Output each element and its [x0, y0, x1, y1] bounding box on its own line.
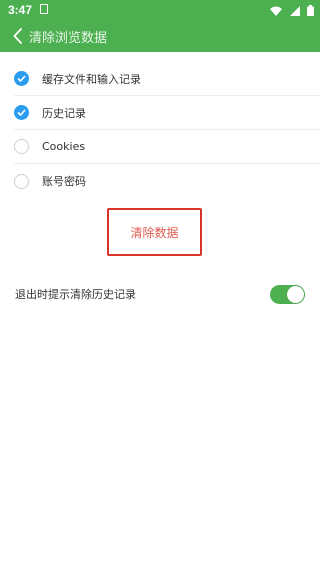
back-button[interactable] — [7, 25, 29, 47]
option-cookies[interactable]: Cookies — [14, 130, 320, 164]
notification-icon — [40, 4, 48, 14]
checkbox-cookies[interactable] — [14, 139, 29, 154]
option-label: 账号密码 — [42, 175, 86, 188]
status-icons — [266, 3, 314, 17]
toggle-knob — [287, 285, 304, 303]
option-history[interactable]: 历史记录 — [14, 96, 320, 130]
option-label: Cookies — [42, 140, 86, 153]
check-icon — [17, 75, 26, 82]
status-time: 3:47 — [8, 3, 33, 17]
wifi-icon — [270, 6, 283, 16]
checkbox-cache[interactable] — [14, 71, 29, 86]
option-cache[interactable]: 缓存文件和输入记录 — [14, 62, 320, 96]
checkbox-passwords[interactable] — [14, 173, 29, 189]
clear-options-list: 缓存文件和输入记录 历史记录 Cookies 账号密码 — [0, 62, 320, 198]
option-label: 历史记录 — [42, 106, 86, 120]
clear-data-label: 清除数据 — [130, 225, 179, 240]
exit-prompt-setting: 退出时提示清除历史记录 — [15, 284, 305, 304]
battery-icon — [307, 5, 314, 17]
exit-prompt-toggle[interactable] — [270, 284, 305, 304]
checkbox-history[interactable] — [14, 105, 29, 120]
option-passwords[interactable]: 账号密码 — [14, 164, 320, 198]
option-label: 缓存文件和输入记录 — [42, 72, 141, 86]
status-bar: 3:47 — [0, 0, 320, 19]
page-title: 清除浏览数据 — [29, 31, 108, 46]
app-bar: 清除浏览数据 — [0, 19, 320, 52]
exit-prompt-label: 退出时提示清除历史记录 — [15, 288, 136, 301]
back-arrow-icon — [13, 28, 22, 44]
clear-data-button[interactable]: 清除数据 — [107, 208, 202, 256]
signal-icon — [289, 5, 300, 16]
check-icon — [17, 109, 26, 116]
